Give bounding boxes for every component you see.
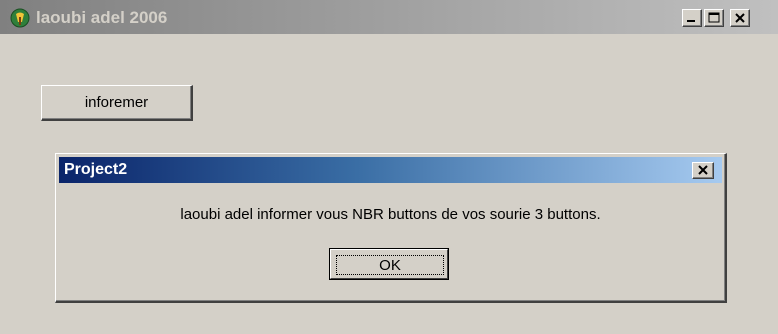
maximize-icon xyxy=(708,12,720,23)
ok-button[interactable]: OK xyxy=(329,248,449,280)
ok-button-label: OK xyxy=(336,255,444,275)
application-icon[interactable] xyxy=(10,8,30,28)
message-dialog: Project2 laoubi adel informer vous NBR b… xyxy=(55,153,727,303)
minimize-icon xyxy=(687,20,695,22)
inforemer-button[interactable]: inforemer xyxy=(41,85,193,121)
dialog-close-button[interactable] xyxy=(692,162,714,179)
dialog-title: Project2 xyxy=(64,161,128,178)
close-icon xyxy=(735,13,745,23)
close-button[interactable] xyxy=(730,9,750,27)
ok-button-bevel: OK xyxy=(330,249,448,279)
dialog-title-bar[interactable]: Project2 xyxy=(59,157,722,183)
close-icon xyxy=(698,165,708,175)
main-window: laoubi adel 2006 inforemer Project2 laou… xyxy=(0,0,778,334)
maximize-button[interactable] xyxy=(704,9,724,27)
dialog-message: laoubi adel informer vous NBR buttons de… xyxy=(180,206,601,223)
minimize-button[interactable] xyxy=(682,9,702,27)
window-title: laoubi adel 2006 xyxy=(36,8,168,27)
window-title-bar[interactable]: laoubi adel 2006 xyxy=(0,0,778,34)
